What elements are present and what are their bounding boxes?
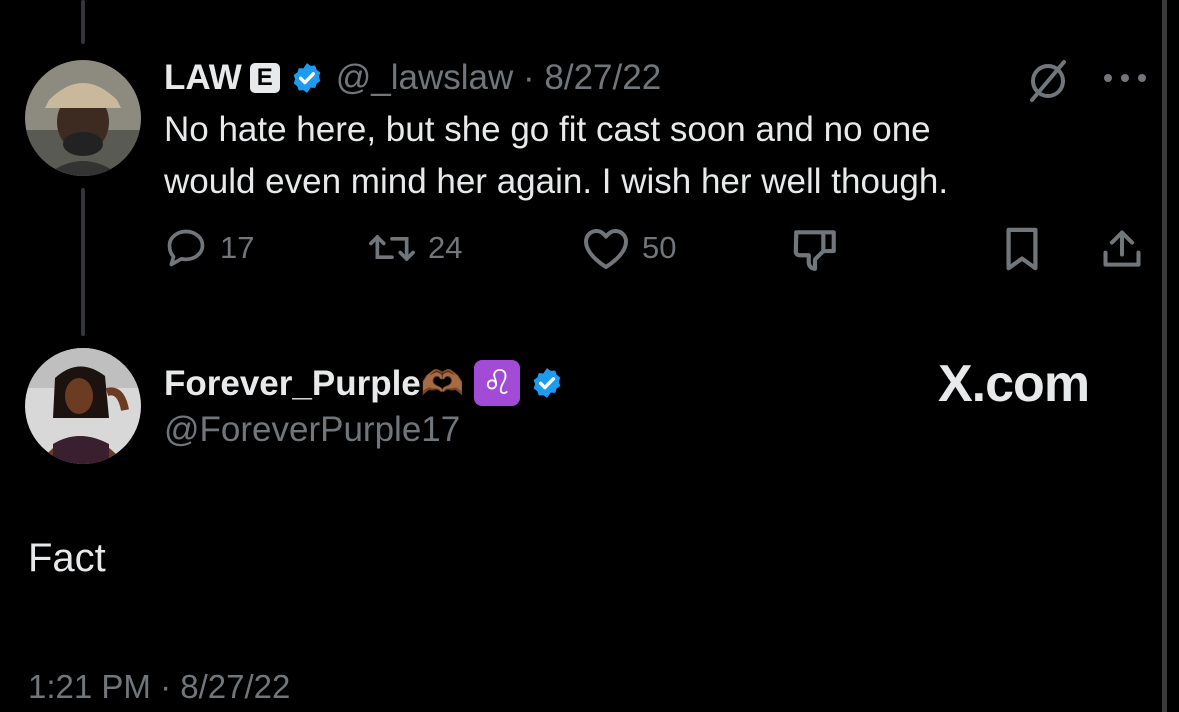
bookmark-button[interactable] bbox=[1002, 226, 1042, 272]
thread-line-top bbox=[81, 0, 85, 44]
main-tweet-text: Fact bbox=[28, 536, 106, 580]
share-icon bbox=[1103, 230, 1141, 267]
author-name[interactable]: LAW bbox=[164, 58, 242, 98]
main-tweet-header: Forever_Purple🫶🏾 ♌ bbox=[164, 358, 564, 408]
scrollbar-edge[interactable] bbox=[1162, 0, 1167, 712]
verified-icon bbox=[530, 366, 564, 400]
affiliate-badge: E bbox=[249, 63, 280, 93]
avatar-law[interactable] bbox=[25, 60, 141, 176]
leo-zodiac-icon: ♌ bbox=[474, 360, 521, 406]
verified-icon bbox=[290, 61, 324, 95]
reply-button[interactable]: 17 bbox=[164, 226, 254, 270]
retweet-icon bbox=[369, 235, 415, 261]
thread-line-bottom bbox=[81, 188, 85, 336]
dislike-button[interactable] bbox=[790, 226, 840, 272]
more-icon[interactable] bbox=[1100, 70, 1150, 91]
tweet-timestamp[interactable]: 1:21 PM · 8/27/22 bbox=[28, 668, 290, 706]
like-button[interactable]: 50 bbox=[582, 226, 676, 270]
like-count: 50 bbox=[642, 230, 677, 265]
reply-count: 17 bbox=[220, 230, 255, 265]
like-icon bbox=[584, 229, 628, 269]
parent-tweet-text: No hate here, but she go fit cast soon a… bbox=[164, 104, 1124, 208]
bookmark-icon bbox=[1006, 227, 1038, 271]
grok-icon[interactable] bbox=[1024, 56, 1072, 109]
retweet-count: 24 bbox=[428, 230, 463, 265]
author-name[interactable]: Forever_Purple🫶🏾 bbox=[164, 363, 464, 404]
parent-tweet-line-1: No hate here, but she go fit cast soon a… bbox=[164, 110, 931, 149]
reply-icon bbox=[167, 229, 205, 267]
avatar-forever-purple[interactable] bbox=[25, 348, 141, 464]
author-handle-date[interactable]: @_lawslaw · 8/27/22 bbox=[336, 58, 661, 98]
dislike-icon bbox=[793, 230, 836, 271]
x-com-watermark: X.com bbox=[938, 355, 1090, 413]
author-handle[interactable]: @ForeverPurple17 bbox=[164, 410, 460, 450]
share-button[interactable] bbox=[1100, 226, 1144, 272]
retweet-button[interactable]: 24 bbox=[368, 226, 462, 270]
parent-tweet-line-2: would even mind her again. I wish her we… bbox=[164, 162, 949, 201]
parent-tweet-header: LAW E @_lawslaw · 8/27/22 bbox=[164, 56, 661, 100]
